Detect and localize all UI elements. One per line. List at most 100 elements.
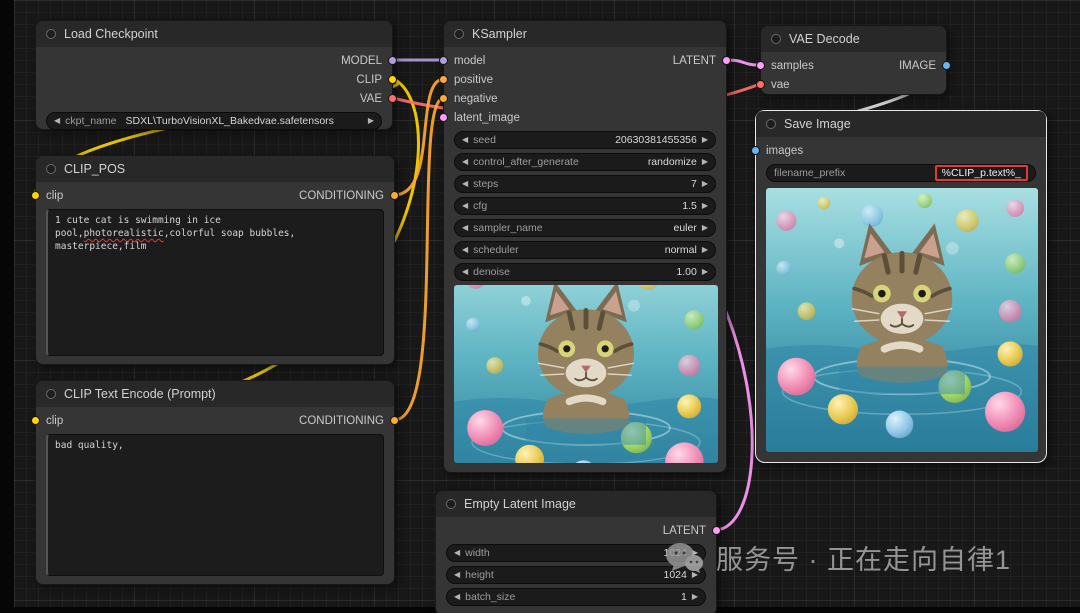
ckpt-name-widget[interactable]: ◀ ckpt_name SDXL\TurboVisionXL_Bakedvae.… (46, 112, 382, 130)
increment-icon[interactable]: ▶ (702, 180, 708, 188)
increment-icon[interactable]: ▶ (702, 224, 708, 232)
save-image-preview (766, 188, 1038, 452)
samples-input-slot[interactable] (756, 61, 765, 70)
increment-icon[interactable]: ▶ (368, 117, 374, 125)
node-body: MODEL CLIP VAE ◀ ckpt_name SDXL\TurboVis… (36, 47, 397, 144)
seed-widget[interactable]: ◀ seed 20630381455356 ▶ (454, 131, 716, 149)
clip-output-slot[interactable] (388, 75, 397, 84)
slot-row-positive: positive (439, 70, 716, 89)
wechat-bubbles-logo-icon (666, 542, 703, 573)
latent-output-slot[interactable] (712, 526, 721, 535)
output-row-clip: CLIP (46, 70, 397, 89)
filename-prefix-widget[interactable]: filename_prefix %CLIP_p.text%_ (766, 164, 1036, 182)
node-load-checkpoint[interactable]: Load Checkpoint MODEL CLIP VAE ◀ ckpt_na… (35, 20, 397, 130)
slot-row-vae: vae (756, 75, 936, 94)
filename-prefix-value-highlighted: %CLIP_p.text%_ (934, 165, 1028, 181)
increment-icon[interactable]: ▶ (702, 202, 708, 210)
denoise-widget[interactable]: ◀ denoise 1.00 ▶ (454, 263, 716, 281)
decrement-icon[interactable]: ◀ (454, 571, 460, 579)
steps-widget[interactable]: ◀ steps 7 ▶ (454, 175, 716, 193)
increment-icon[interactable]: ▶ (692, 593, 698, 601)
ksampler-preview-image (454, 285, 718, 463)
node-title: VAE Decode (789, 32, 860, 46)
slot-row-images: images (751, 141, 1036, 160)
decrement-icon[interactable]: ◀ (462, 224, 468, 232)
images-input-slot[interactable] (751, 146, 760, 155)
node-title: KSampler (472, 27, 527, 41)
slot-row-latent-image: latent_image (439, 108, 716, 127)
increment-icon[interactable]: ▶ (702, 158, 708, 166)
decrement-icon[interactable]: ◀ (462, 158, 468, 166)
decrement-icon[interactable]: ◀ (462, 246, 468, 254)
node-title: Empty Latent Image (464, 497, 576, 511)
node-title: CLIP Text Encode (Prompt) (64, 387, 216, 401)
increment-icon[interactable]: ▶ (702, 268, 708, 276)
slot-row-clip-conditioning: clip CONDITIONING (31, 411, 399, 430)
collapse-dot-icon[interactable] (454, 29, 464, 39)
image-output-slot[interactable] (942, 61, 951, 70)
cfg-widget[interactable]: ◀ cfg 1.5 ▶ (454, 197, 716, 215)
node-titlebar[interactable]: Load Checkpoint (36, 21, 392, 47)
positive-prompt-textarea[interactable]: 1 cute cat is swimming in ice pool,photo… (46, 209, 384, 356)
node-titlebar[interactable]: CLIP Text Encode (Prompt) (36, 381, 394, 407)
decrement-icon[interactable]: ◀ (462, 202, 468, 210)
output-row-model: MODEL (46, 51, 397, 70)
collapse-dot-icon[interactable] (46, 29, 56, 39)
node-ksampler[interactable]: KSampler model LATENT positive negative … (439, 20, 731, 473)
collapse-dot-icon[interactable] (446, 499, 456, 509)
output-row-vae: VAE (46, 89, 397, 108)
decrement-icon[interactable]: ◀ (462, 268, 468, 276)
negative-prompt-textarea[interactable]: bad quality, (46, 434, 384, 576)
vae-output-slot[interactable] (388, 94, 397, 103)
conditioning-output-slot[interactable] (390, 191, 399, 200)
sampler-name-widget[interactable]: ◀ sampler_name euler ▶ (454, 219, 716, 237)
node-save-image[interactable]: Save Image images filename_prefix %CLIP_… (751, 110, 1047, 463)
slot-row-negative: negative (439, 89, 716, 108)
node-body: images filename_prefix %CLIP_p.text%_ (751, 137, 1046, 462)
increment-icon[interactable]: ▶ (702, 246, 708, 254)
conditioning-output-slot[interactable] (390, 416, 399, 425)
node-titlebar[interactable]: VAE Decode (761, 26, 946, 52)
batch-size-widget[interactable]: ◀ batch_size 1 ▶ (446, 588, 706, 606)
prompt-text-misspelled: photorealistic (83, 227, 164, 239)
node-clip-pos[interactable]: CLIP_POS clip CONDITIONING 1 cute cat is… (31, 155, 399, 366)
node-title: Save Image (784, 117, 851, 131)
node-clip-text-encode-negative[interactable]: CLIP Text Encode (Prompt) clip CONDITION… (31, 380, 399, 586)
node-body: clip CONDITIONING 1 cute cat is swimming… (31, 182, 399, 366)
negative-input-slot[interactable] (439, 94, 448, 103)
prompt-text: bad quality, (55, 440, 124, 451)
decrement-icon[interactable]: ◀ (54, 117, 60, 125)
node-title: CLIP_POS (64, 162, 126, 176)
model-output-slot[interactable] (388, 56, 397, 65)
vae-input-slot[interactable] (756, 80, 765, 89)
latent-image-input-slot[interactable] (439, 113, 448, 122)
decrement-icon[interactable]: ◀ (462, 180, 468, 188)
node-titlebar[interactable]: KSampler (444, 21, 726, 47)
control-after-generate-widget[interactable]: ◀ control_after_generate randomize ▶ (454, 153, 716, 171)
collapse-dot-icon[interactable] (771, 34, 781, 44)
node-titlebar[interactable]: Save Image (756, 111, 1046, 137)
decrement-icon[interactable]: ◀ (462, 136, 468, 144)
node-body: samples IMAGE vae (756, 52, 951, 104)
model-input-slot[interactable] (439, 56, 448, 65)
node-titlebar[interactable]: CLIP_POS (36, 156, 394, 182)
latent-output-slot[interactable] (722, 56, 731, 65)
slot-row-model-latent: model LATENT (439, 51, 731, 70)
slot-row-clip-conditioning: clip CONDITIONING (31, 186, 399, 205)
collapse-dot-icon[interactable] (46, 389, 56, 399)
node-titlebar[interactable]: Empty Latent Image (436, 491, 716, 517)
decrement-icon[interactable]: ◀ (454, 593, 460, 601)
watermark-text: 服务号 · 正在走向自律1 (716, 545, 1012, 575)
clip-input-slot[interactable] (31, 191, 40, 200)
decrement-icon[interactable]: ◀ (454, 549, 460, 557)
collapse-dot-icon[interactable] (766, 119, 776, 129)
clip-input-slot[interactable] (31, 416, 40, 425)
scheduler-widget[interactable]: ◀ scheduler normal ▶ (454, 241, 716, 259)
node-title: Load Checkpoint (64, 27, 158, 41)
node-body: clip CONDITIONING bad quality, (31, 407, 399, 586)
positive-input-slot[interactable] (439, 75, 448, 84)
collapse-dot-icon[interactable] (46, 164, 56, 174)
node-vae-decode[interactable]: VAE Decode samples IMAGE vae (756, 25, 951, 95)
increment-icon[interactable]: ▶ (702, 136, 708, 144)
comfyui-workspace: Load Checkpoint MODEL CLIP VAE ◀ ckpt_na… (0, 0, 1080, 613)
